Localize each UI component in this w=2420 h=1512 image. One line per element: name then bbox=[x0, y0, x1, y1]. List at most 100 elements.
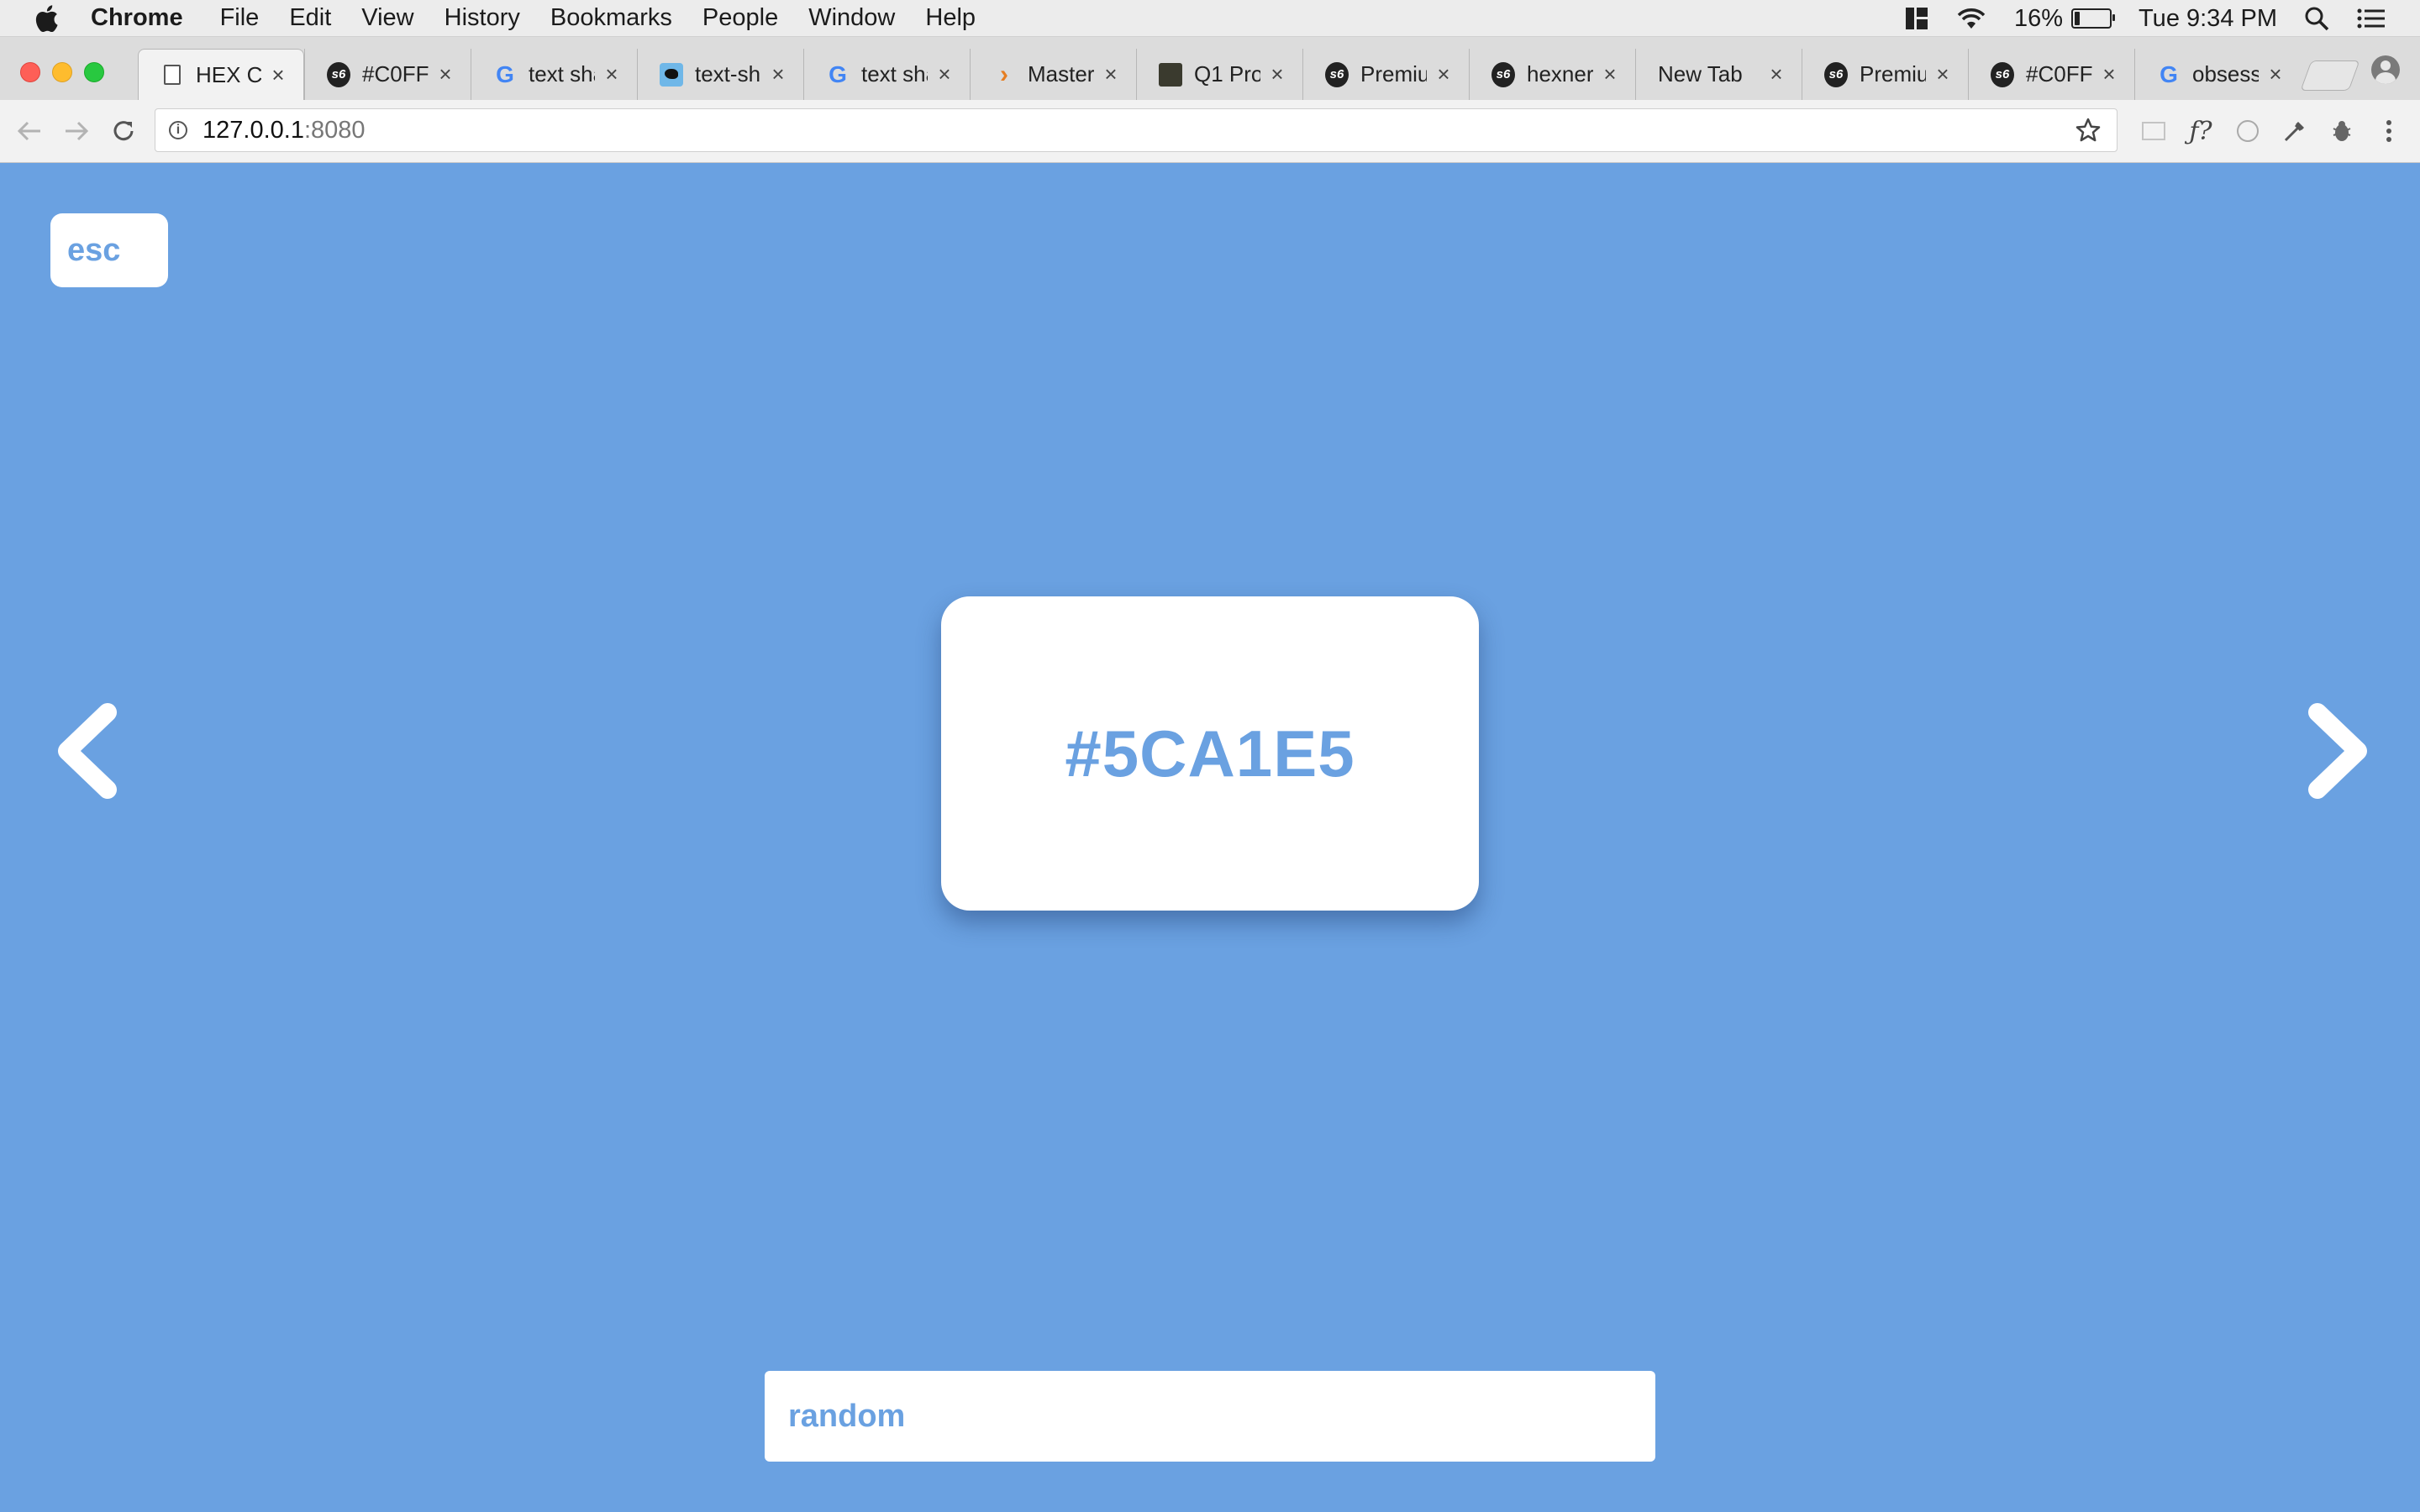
forward-arrow-icon[interactable] bbox=[62, 117, 91, 145]
window-controls bbox=[20, 62, 116, 82]
bird-icon bbox=[660, 62, 683, 87]
google-icon: G bbox=[829, 60, 847, 87]
tab-close-icon[interactable]: × bbox=[435, 61, 455, 87]
tab-title: HEX CO bbox=[196, 61, 261, 87]
tab-close-icon[interactable]: × bbox=[1434, 61, 1454, 87]
tab-hexnerd[interactable]: s6 hexnerd × bbox=[1469, 49, 1635, 100]
close-window-button[interactable] bbox=[20, 62, 40, 82]
menu-window[interactable]: Window bbox=[808, 4, 895, 32]
tab-mastering[interactable]: › Masterin × bbox=[970, 49, 1136, 100]
battery-percent: 16% bbox=[2014, 4, 2064, 32]
document-icon bbox=[160, 63, 184, 87]
url-port: :8080 bbox=[303, 116, 366, 144]
previous-arrow-icon[interactable] bbox=[49, 701, 124, 801]
browser-toolbar: i 127.0.0.1 :8080 ƒ? bbox=[0, 100, 2420, 163]
battery-level bbox=[2075, 12, 2081, 25]
tab-title: hexnerd bbox=[1527, 61, 1593, 87]
s6-icon: s6 bbox=[1824, 61, 1848, 87]
font-identifier-icon[interactable]: ƒ? bbox=[2186, 117, 2215, 146]
color-picker-icon[interactable] bbox=[2281, 117, 2309, 145]
tab-close-icon[interactable]: × bbox=[268, 62, 288, 88]
apple-icon[interactable] bbox=[34, 4, 59, 33]
next-arrow-icon[interactable] bbox=[2301, 701, 2376, 801]
new-tab-button[interactable] bbox=[2300, 60, 2360, 91]
menu-help[interactable]: Help bbox=[925, 4, 976, 32]
cast-icon[interactable] bbox=[2139, 117, 2168, 145]
site-info-icon[interactable]: i bbox=[169, 121, 187, 139]
url-host: 127.0.0.1 bbox=[203, 116, 304, 144]
menubar-status-area: 16% Tue 9:34 PM bbox=[1878, 0, 2386, 37]
tab-close-icon[interactable]: × bbox=[2265, 61, 2286, 87]
tab-text-shadow-google-2[interactable]: G text sha × bbox=[803, 49, 970, 100]
tab-close-icon[interactable]: × bbox=[1766, 61, 1786, 87]
tab-premium[interactable]: s6 Premium × bbox=[1302, 49, 1469, 100]
notification-center-icon[interactable] bbox=[2356, 7, 2386, 30]
tab-close-icon[interactable]: × bbox=[1933, 61, 1953, 87]
tab-title: New Tab bbox=[1658, 61, 1743, 87]
google-icon: G bbox=[2160, 60, 2178, 87]
battery-indicator[interactable]: 16% bbox=[2014, 4, 2116, 33]
tab-coffee[interactable]: s6 #C0FFE × bbox=[304, 49, 471, 100]
minimize-window-button[interactable] bbox=[52, 62, 72, 82]
menu-edit[interactable]: Edit bbox=[289, 4, 331, 32]
battery-icon bbox=[2071, 8, 2116, 29]
tab-close-icon[interactable]: × bbox=[602, 61, 622, 87]
hex-color-page: esc #5CA1E5 bbox=[0, 163, 2420, 1512]
tab-close-icon[interactable]: × bbox=[934, 61, 955, 87]
q1-icon bbox=[1159, 62, 1182, 87]
tab-close-icon[interactable]: × bbox=[1267, 61, 1287, 87]
tab-close-icon[interactable]: × bbox=[2099, 61, 2119, 87]
color-card: #5CA1E5 bbox=[941, 596, 1479, 911]
reload-icon[interactable] bbox=[109, 117, 138, 145]
tab-text-shadow-docs[interactable]: text-sha × bbox=[637, 49, 803, 100]
tab-title: Premium bbox=[1860, 61, 1926, 87]
mastering-icon: › bbox=[1000, 60, 1008, 88]
spotlight-search-icon[interactable] bbox=[2304, 6, 2329, 31]
s6-icon: s6 bbox=[1991, 61, 2014, 87]
tab-title: Q1 Proje bbox=[1194, 61, 1260, 87]
menubar-clock[interactable]: Tue 9:34 PM bbox=[2139, 5, 2277, 33]
tab-coffee-2[interactable]: s6 #C0FFE × bbox=[1968, 49, 2134, 100]
browser-tab-strip: HEX CO × s6 #C0FFE × G text sha × text-s… bbox=[0, 37, 2420, 100]
menu-people[interactable]: People bbox=[702, 4, 778, 32]
hex-code-label: #5CA1E5 bbox=[1065, 716, 1355, 790]
profile-avatar-icon[interactable] bbox=[2371, 55, 2400, 84]
tab-q1-project[interactable]: Q1 Proje × bbox=[1136, 49, 1302, 100]
tab-premium-2[interactable]: s6 Premium × bbox=[1802, 49, 1968, 100]
tab-new-tab[interactable]: New Tab × bbox=[1635, 49, 1802, 100]
extension-circle-icon[interactable] bbox=[2233, 117, 2262, 145]
tab-title: Masterin bbox=[1028, 61, 1094, 87]
s6-icon: s6 bbox=[1491, 61, 1515, 87]
google-icon: G bbox=[496, 60, 514, 87]
menu-file[interactable]: File bbox=[220, 4, 260, 32]
tab-title: #C0FFE bbox=[362, 61, 429, 87]
tab-hex-co[interactable]: HEX CO × bbox=[138, 49, 304, 100]
tab-close-icon[interactable]: × bbox=[1600, 61, 1620, 87]
s6-icon: s6 bbox=[327, 61, 350, 87]
tab-close-icon[interactable]: × bbox=[1101, 61, 1121, 87]
zoom-window-button[interactable] bbox=[84, 62, 104, 82]
tab-list: HEX CO × s6 #C0FFE × G text sha × text-s… bbox=[138, 49, 2301, 100]
random-input[interactable] bbox=[765, 1371, 1655, 1462]
tab-obsess-google[interactable]: G obsess × bbox=[2134, 49, 2301, 100]
wifi-icon[interactable] bbox=[1955, 7, 1987, 30]
menu-history[interactable]: History bbox=[445, 4, 520, 32]
bug-icon[interactable] bbox=[2328, 117, 2356, 145]
tab-text-shadow-google[interactable]: G text sha × bbox=[471, 49, 637, 100]
tab-title: text-sha bbox=[695, 61, 761, 87]
address-bar[interactable]: i 127.0.0.1 :8080 bbox=[155, 108, 2118, 152]
window-layout-icon[interactable] bbox=[1905, 6, 1928, 31]
tab-title: Premium bbox=[1360, 61, 1427, 87]
esc-button[interactable]: esc bbox=[50, 213, 168, 287]
macos-menu-bar: Chrome File Edit View History Bookmarks … bbox=[0, 0, 2420, 37]
back-arrow-icon[interactable] bbox=[15, 117, 44, 145]
menu-app-name[interactable]: Chrome bbox=[91, 4, 183, 32]
tab-title: text sha bbox=[529, 61, 595, 87]
menu-bookmarks[interactable]: Bookmarks bbox=[550, 4, 672, 32]
s6-icon: s6 bbox=[1325, 61, 1349, 87]
bookmark-star-icon[interactable] bbox=[2075, 117, 2102, 144]
menu-view[interactable]: View bbox=[361, 4, 413, 32]
browser-menu-icon[interactable] bbox=[2375, 117, 2403, 145]
tab-title: #C0FFE bbox=[2026, 61, 2092, 87]
tab-close-icon[interactable]: × bbox=[768, 61, 788, 87]
